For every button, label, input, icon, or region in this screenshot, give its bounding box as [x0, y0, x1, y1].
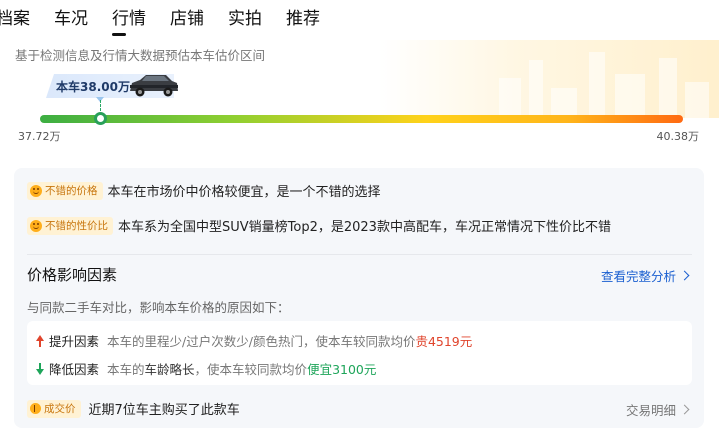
tip-text: 本车系为全国中型SUV销量榜Top2，是2023款中高配车，车况正常情况下性价比… [118, 220, 611, 235]
estimate-description: 基于检测信息及行情大数据预估本车估价区间 [15, 48, 266, 63]
increase-factor-label: 提升因素 [49, 334, 100, 349]
tab-condition[interactable]: 车况 [54, 6, 88, 32]
tab-bar: 档案 车况 行情 店铺 实拍 推荐 [0, 6, 344, 36]
increase-factor-amount: 贵4519元 [415, 334, 473, 349]
transaction-details-link[interactable]: 交易明细 [625, 400, 690, 419]
badge-label: 不错的价格 [45, 185, 98, 197]
suv-car-icon [130, 75, 178, 97]
chevron-right-icon [679, 270, 690, 281]
decrease-factor-text: 本车的 [107, 362, 145, 377]
good-value-badge: 不错的性价比 [27, 216, 113, 235]
current-price-marker [94, 112, 107, 125]
price-info-card: 不错的价格 本车在市场价中价格较便宜，是一个不错的选择 不错的性价比 本车系为全… [14, 168, 704, 428]
tab-archive[interactable]: 档案 [0, 6, 30, 32]
price-estimate-section: 基于检测信息及行情大数据预估本车估价区间 本车38.00万 37.72万 40.… [0, 40, 719, 144]
car-price-tag: 本车38.00万 [46, 71, 186, 99]
full-analysis-link[interactable]: 查看完整分析 [600, 266, 690, 285]
increase-factor-text: 本车的里程少/过户次数少/颜色热门，使本车较同款均价 [107, 334, 416, 349]
factors-box: 提升因素 本车的里程少/过户次数少/颜色热门，使本车较同款均价 贵4519元 降低… [27, 321, 692, 385]
factors-title: 价格影响因素 [27, 266, 118, 284]
tab-store[interactable]: 店铺 [170, 6, 204, 32]
tab-photos[interactable]: 实拍 [228, 6, 262, 32]
deal-badge-label: 成交价 [44, 403, 76, 415]
smile-icon [30, 219, 42, 232]
car-price-label: 本车38.00万 [56, 80, 130, 94]
arrow-up-icon [35, 334, 45, 347]
chevron-right-icon [679, 404, 690, 415]
tab-recommend[interactable]: 推荐 [286, 6, 320, 32]
price-range-bar [40, 115, 683, 123]
decrease-factor-amount: 便宜3100元 [307, 362, 377, 377]
decrease-factor-label: 降低因素 [49, 362, 100, 377]
range-max-price: 40.38万 [656, 130, 700, 143]
tip-text: 本车在市场价中价格较便宜，是一个不错的选择 [107, 185, 381, 200]
divider [27, 254, 692, 255]
good-price-badge: 不错的价格 [27, 181, 103, 200]
transaction-details-label: 交易明细 [625, 403, 676, 418]
increase-factor-row: 提升因素 本车的里程少/过户次数少/颜色热门，使本车较同款均价 贵4519元 [35, 331, 472, 350]
deal-price-row: 成交价 近期7位车主购买了此款车 [27, 399, 240, 418]
coin-icon [30, 403, 41, 414]
arrow-down-icon [35, 362, 45, 375]
deal-text: 近期7位车主购买了此款车 [88, 403, 240, 418]
tip-good-price: 不错的价格 本车在市场价中价格较便宜，是一个不错的选择 [27, 181, 381, 200]
decrease-factor-text-2: ，使本车较同款均价 [194, 362, 308, 377]
badge-label: 不错的性价比 [45, 220, 108, 232]
full-analysis-label: 查看完整分析 [600, 269, 676, 284]
deal-price-badge: 成交价 [27, 399, 81, 418]
estimate-background [379, 40, 719, 118]
factors-description: 与同款二手车对比，影响本车价格的原因如下： [27, 300, 290, 315]
range-min-price: 37.72万 [18, 130, 61, 143]
decrease-factor-row: 降低因素 本车的 车龄略长 ，使本车较同款均价 便宜3100元 [35, 359, 376, 378]
tag-connector [100, 100, 101, 111]
tab-market[interactable]: 行情 [112, 6, 146, 36]
smile-icon [30, 184, 42, 197]
decrease-factor-reason: 车龄略长 [144, 362, 195, 377]
tip-good-value: 不错的性价比 本车系为全国中型SUV销量榜Top2，是2023款中高配车，车况正… [27, 216, 611, 235]
